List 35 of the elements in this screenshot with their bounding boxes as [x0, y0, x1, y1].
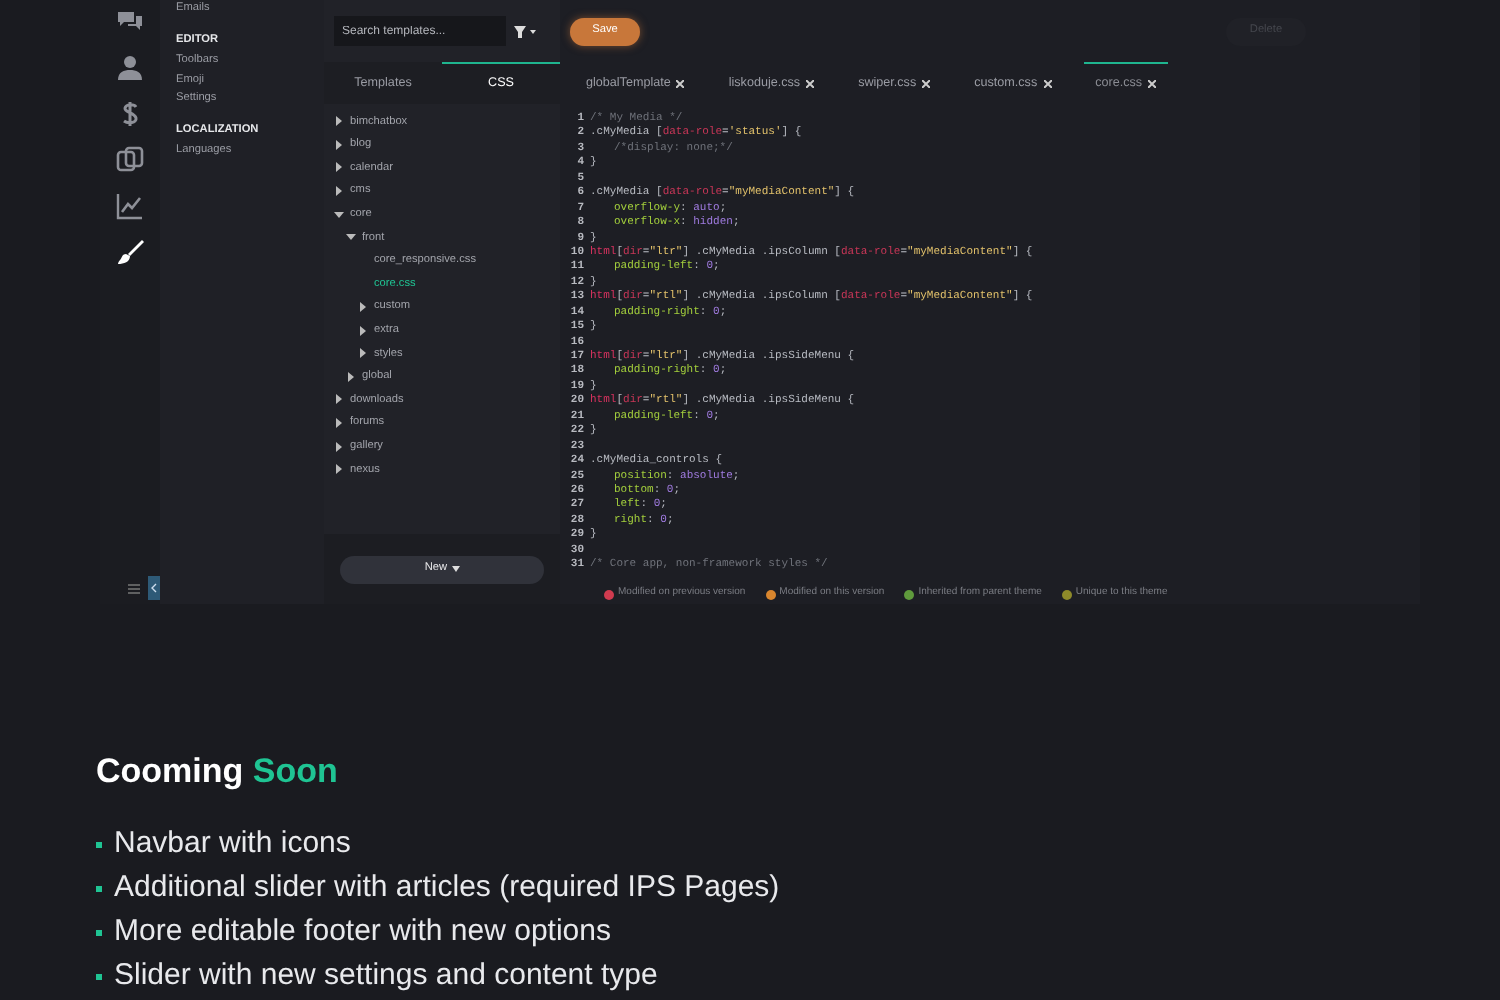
caret-right-icon[interactable]	[334, 441, 344, 452]
feature-item: Navbar with icons	[114, 824, 351, 865]
feature-item: More editable footer with new options	[114, 912, 611, 953]
caret-right-icon[interactable]	[358, 325, 368, 336]
menu-icon[interactable]	[128, 583, 140, 593]
bullet-icon	[96, 885, 102, 892]
caret-right-icon[interactable]	[334, 394, 344, 405]
caret-right-icon[interactable]	[358, 302, 368, 313]
close-icon[interactable]	[806, 80, 815, 88]
copy-icon[interactable]	[116, 146, 144, 174]
caret-right-icon[interactable]	[334, 116, 344, 127]
bullet-icon	[96, 929, 102, 936]
caret-right-icon[interactable]	[334, 139, 344, 150]
bullet-icon	[96, 973, 102, 980]
caret-right-icon[interactable]	[358, 348, 368, 359]
caret-right-icon[interactable]	[346, 371, 356, 382]
section-title: Cooming Soon	[96, 752, 340, 793]
caret-down-icon[interactable]	[334, 209, 344, 220]
caret-down-icon	[451, 566, 460, 572]
feature-item: Additional slider with articles (required IPS Pages)	[114, 868, 780, 909]
collapse-button[interactable]	[148, 576, 160, 600]
chart-icon[interactable]	[116, 192, 144, 220]
close-icon[interactable]	[1043, 80, 1052, 88]
caret-right-icon[interactable]	[334, 464, 344, 475]
brush-icon[interactable]	[116, 238, 144, 266]
bullet-icon	[96, 841, 102, 848]
caret-right-icon[interactable]	[334, 186, 344, 197]
person-icon[interactable]	[116, 54, 144, 82]
caret-right-icon[interactable]	[334, 162, 344, 173]
caret-right-icon[interactable]	[334, 418, 344, 429]
caret-down-icon[interactable]	[346, 232, 356, 243]
feature-item: Slider with new settings and content type	[114, 956, 658, 997]
close-icon[interactable]	[1148, 80, 1157, 88]
close-icon[interactable]	[676, 80, 685, 88]
close-icon[interactable]	[922, 80, 931, 88]
